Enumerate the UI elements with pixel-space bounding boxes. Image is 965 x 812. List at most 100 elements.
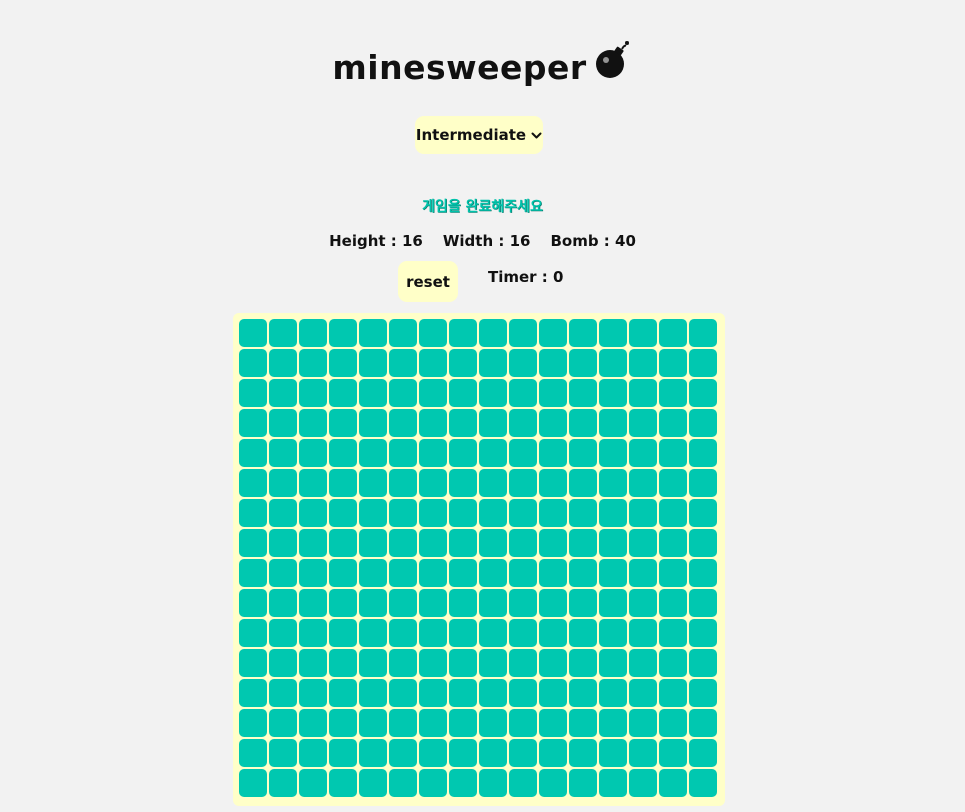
board-cell[interactable] bbox=[269, 319, 297, 347]
board-cell[interactable] bbox=[239, 619, 267, 647]
board-cell[interactable] bbox=[419, 619, 447, 647]
board-cell[interactable] bbox=[359, 529, 387, 557]
board-cell[interactable] bbox=[479, 619, 507, 647]
board-cell[interactable] bbox=[539, 769, 567, 797]
board-cell[interactable] bbox=[659, 439, 687, 467]
board-cell[interactable] bbox=[329, 349, 357, 377]
board-cell[interactable] bbox=[629, 709, 657, 737]
board-cell[interactable] bbox=[569, 319, 597, 347]
board-cell[interactable] bbox=[419, 679, 447, 707]
board-cell[interactable] bbox=[359, 349, 387, 377]
board-cell[interactable] bbox=[689, 769, 717, 797]
board-cell[interactable] bbox=[239, 709, 267, 737]
board-cell[interactable] bbox=[539, 499, 567, 527]
board-cell[interactable] bbox=[629, 679, 657, 707]
board-cell[interactable] bbox=[479, 589, 507, 617]
board-cell[interactable] bbox=[329, 649, 357, 677]
board-cell[interactable] bbox=[389, 619, 417, 647]
board-cell[interactable] bbox=[659, 589, 687, 617]
board-cell[interactable] bbox=[239, 379, 267, 407]
board-cell[interactable] bbox=[329, 469, 357, 497]
board-cell[interactable] bbox=[599, 709, 627, 737]
board-cell[interactable] bbox=[479, 499, 507, 527]
board-cell[interactable] bbox=[689, 709, 717, 737]
board-cell[interactable] bbox=[509, 769, 537, 797]
board-cell[interactable] bbox=[659, 649, 687, 677]
board-cell[interactable] bbox=[629, 499, 657, 527]
board-cell[interactable] bbox=[569, 529, 597, 557]
board-cell[interactable] bbox=[539, 559, 567, 587]
board-cell[interactable] bbox=[419, 469, 447, 497]
board-cell[interactable] bbox=[389, 769, 417, 797]
board-cell[interactable] bbox=[479, 649, 507, 677]
board-cell[interactable] bbox=[389, 469, 417, 497]
board-cell[interactable] bbox=[509, 709, 537, 737]
board-cell[interactable] bbox=[329, 679, 357, 707]
board-cell[interactable] bbox=[659, 679, 687, 707]
board-cell[interactable] bbox=[479, 409, 507, 437]
board-cell[interactable] bbox=[449, 319, 477, 347]
board-cell[interactable] bbox=[539, 649, 567, 677]
board-cell[interactable] bbox=[239, 739, 267, 767]
board-cell[interactable] bbox=[359, 679, 387, 707]
board-cell[interactable] bbox=[299, 769, 327, 797]
board-cell[interactable] bbox=[629, 589, 657, 617]
board-cell[interactable] bbox=[539, 379, 567, 407]
board-cell[interactable] bbox=[509, 349, 537, 377]
board-cell[interactable] bbox=[629, 379, 657, 407]
board-cell[interactable] bbox=[419, 529, 447, 557]
board-cell[interactable] bbox=[389, 589, 417, 617]
board-cell[interactable] bbox=[599, 589, 627, 617]
board-cell[interactable] bbox=[569, 559, 597, 587]
board-cell[interactable] bbox=[599, 409, 627, 437]
board-cell[interactable] bbox=[239, 469, 267, 497]
board-cell[interactable] bbox=[629, 739, 657, 767]
board-cell[interactable] bbox=[659, 409, 687, 437]
board-cell[interactable] bbox=[569, 499, 597, 527]
board-cell[interactable] bbox=[539, 349, 567, 377]
board-cell[interactable] bbox=[299, 649, 327, 677]
board-cell[interactable] bbox=[629, 409, 657, 437]
board-cell[interactable] bbox=[449, 499, 477, 527]
board-cell[interactable] bbox=[389, 439, 417, 467]
board-cell[interactable] bbox=[269, 619, 297, 647]
board-cell[interactable] bbox=[539, 709, 567, 737]
board-cell[interactable] bbox=[689, 739, 717, 767]
board-cell[interactable] bbox=[329, 739, 357, 767]
board-cell[interactable] bbox=[419, 559, 447, 587]
board-cell[interactable] bbox=[419, 589, 447, 617]
board-cell[interactable] bbox=[599, 499, 627, 527]
board-cell[interactable] bbox=[359, 379, 387, 407]
board-cell[interactable] bbox=[329, 499, 357, 527]
board-cell[interactable] bbox=[329, 709, 357, 737]
board-cell[interactable] bbox=[599, 679, 627, 707]
board-cell[interactable] bbox=[449, 679, 477, 707]
board-cell[interactable] bbox=[329, 589, 357, 617]
board-cell[interactable] bbox=[449, 379, 477, 407]
board-cell[interactable] bbox=[359, 499, 387, 527]
board-cell[interactable] bbox=[659, 709, 687, 737]
board-cell[interactable] bbox=[479, 529, 507, 557]
board-cell[interactable] bbox=[689, 469, 717, 497]
board-cell[interactable] bbox=[329, 409, 357, 437]
board-cell[interactable] bbox=[359, 619, 387, 647]
board-cell[interactable] bbox=[569, 469, 597, 497]
board-cell[interactable] bbox=[689, 319, 717, 347]
board-cell[interactable] bbox=[659, 379, 687, 407]
board-cell[interactable] bbox=[539, 469, 567, 497]
board-cell[interactable] bbox=[449, 559, 477, 587]
board-cell[interactable] bbox=[239, 439, 267, 467]
board-cell[interactable] bbox=[239, 349, 267, 377]
board-cell[interactable] bbox=[629, 619, 657, 647]
board-cell[interactable] bbox=[509, 649, 537, 677]
board-cell[interactable] bbox=[359, 409, 387, 437]
board-cell[interactable] bbox=[269, 469, 297, 497]
board-cell[interactable] bbox=[689, 439, 717, 467]
board-cell[interactable] bbox=[659, 559, 687, 587]
board-cell[interactable] bbox=[569, 619, 597, 647]
board-cell[interactable] bbox=[239, 319, 267, 347]
board-cell[interactable] bbox=[389, 409, 417, 437]
board-cell[interactable] bbox=[539, 619, 567, 647]
board-cell[interactable] bbox=[569, 649, 597, 677]
board-cell[interactable] bbox=[629, 529, 657, 557]
